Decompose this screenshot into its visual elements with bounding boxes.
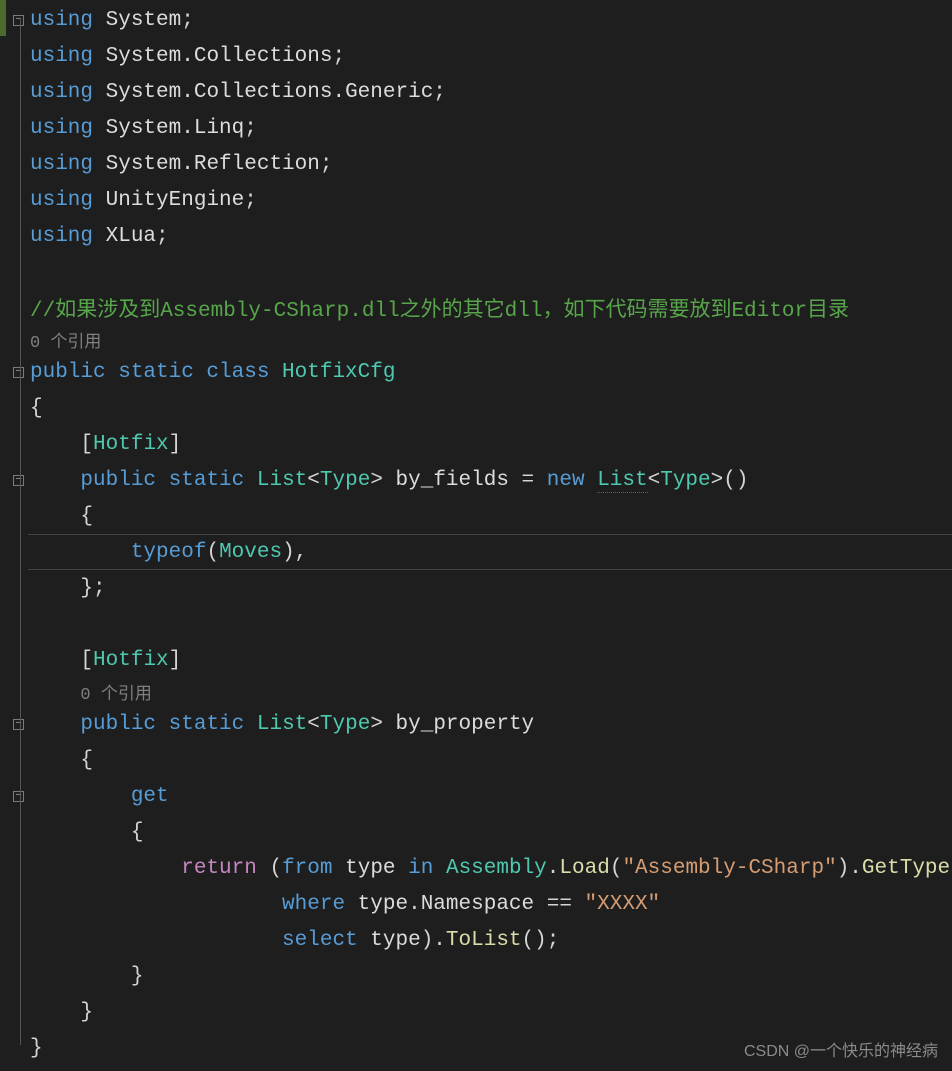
code-line[interactable]: } [0, 994, 952, 1030]
code-line[interactable]: { [0, 390, 952, 426]
code-line[interactable]: − using System; [0, 2, 952, 38]
code-line[interactable]: [Hotfix] [0, 642, 952, 678]
keyword: using [30, 9, 93, 32]
change-marker [0, 0, 6, 36]
fold-vline [20, 18, 21, 1045]
code-line[interactable]: select type).ToList(); [0, 922, 952, 958]
comment: //如果涉及到Assembly-CSharp.dll之外的其它dll，如下代码需… [30, 300, 849, 323]
code-line[interactable]: { [0, 498, 952, 534]
code-line[interactable]: //如果涉及到Assembly-CSharp.dll之外的其它dll，如下代码需… [0, 290, 952, 326]
code-line[interactable]: using XLua; [0, 218, 952, 254]
code-lens[interactable]: 0 个引用 [0, 678, 952, 706]
fold-minus-icon[interactable]: − [13, 719, 24, 730]
code-line[interactable]: using System.Collections.Generic; [0, 74, 952, 110]
fold-minus-icon[interactable]: − [13, 475, 24, 486]
code-line[interactable]: − public static List<Type> by_fields = n… [0, 462, 952, 498]
code-line[interactable]: using System.Linq; [0, 110, 952, 146]
code-line[interactable]: using UnityEngine; [0, 182, 952, 218]
code-line[interactable]: − get [0, 778, 952, 814]
code-line[interactable]: [Hotfix] [0, 426, 952, 462]
code-line[interactable]: { [0, 814, 952, 850]
code-line[interactable]: using System.Reflection; [0, 146, 952, 182]
code-line[interactable]: − public static class HotfixCfg [0, 354, 952, 390]
code-line[interactable]: return (from type in Assembly.Load("Asse… [0, 850, 952, 886]
code-line[interactable]: where type.Namespace == "XXXX" [0, 886, 952, 922]
code-line[interactable]: { [0, 742, 952, 778]
code-editor[interactable]: − using System; using System.Collections… [0, 0, 952, 1066]
watermark: CSDN @一个快乐的神经病 [744, 1037, 938, 1061]
fold-minus-icon[interactable]: − [13, 367, 24, 378]
code-lens[interactable]: 0 个引用 [0, 326, 952, 354]
code-line[interactable]: } [0, 958, 952, 994]
fold-minus-icon[interactable]: − [13, 791, 24, 802]
code-line[interactable] [0, 254, 952, 290]
code-line-current[interactable]: typeof(Moves), [0, 534, 952, 570]
code-line[interactable] [0, 606, 952, 642]
fold-minus-icon[interactable]: − [13, 15, 24, 26]
code-line[interactable]: using System.Collections; [0, 38, 952, 74]
code-line[interactable]: − public static List<Type> by_property [0, 706, 952, 742]
code-line[interactable]: }; [0, 570, 952, 606]
